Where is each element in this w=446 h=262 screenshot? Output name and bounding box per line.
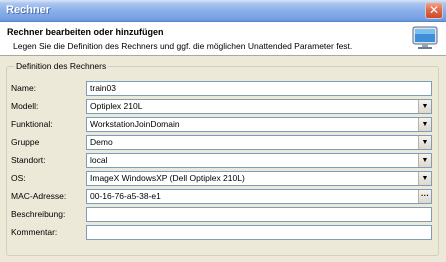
title-bar[interactable]: Rechner ✕ <box>0 0 446 22</box>
beschreibung-input[interactable] <box>86 207 432 222</box>
rechner-dialog: Rechner ✕ Rechner bearbeiten oder hinzuf… <box>0 0 446 262</box>
row-mac: MAC-Adresse: 00-16-76-a5-38-e1 ··· <box>7 189 440 204</box>
header-description: Legen Sie die Definition des Rechners un… <box>13 41 353 51</box>
row-gruppe: Gruppe Demo ▼ <box>7 135 440 150</box>
row-beschreibung: Beschreibung: <box>7 207 440 222</box>
row-name: Name: train03 <box>7 81 440 96</box>
gruppe-label: Gruppe <box>11 137 40 147</box>
standort-value: local <box>90 155 108 165</box>
mac-value: 00-16-76-a5-38-e1 <box>90 191 161 201</box>
name-label: Name: <box>11 83 37 93</box>
header-panel: Rechner bearbeiten oder hinzufügen Legen… <box>0 22 446 56</box>
group-legend: Definition des Rechners <box>14 61 109 71</box>
row-kommentar: Kommentar: <box>7 225 440 240</box>
beschreibung-label: Beschreibung: <box>11 209 66 219</box>
kommentar-label: Kommentar: <box>11 227 58 237</box>
os-value: ImageX WindowsXP (Dell Optiplex 210L) <box>90 173 245 183</box>
os-select[interactable]: ImageX WindowsXP (Dell Optiplex 210L) ▼ <box>86 171 432 186</box>
modell-value: Optiplex 210L <box>90 101 143 111</box>
definition-groupbox: Definition des Rechners Name: train03 Mo… <box>6 61 440 256</box>
close-button[interactable]: ✕ <box>425 2 443 19</box>
monitor-icon <box>412 26 438 49</box>
funktional-value: WorkstationJoinDomain <box>90 119 180 129</box>
funktional-select[interactable]: WorkstationJoinDomain ▼ <box>86 117 432 132</box>
kommentar-input[interactable] <box>86 225 432 240</box>
gruppe-select[interactable]: Demo ▼ <box>86 135 432 150</box>
chevron-down-icon[interactable]: ▼ <box>418 172 431 185</box>
row-funktional: Funktional: WorkstationJoinDomain ▼ <box>7 117 440 132</box>
row-standort: Standort: local ▼ <box>7 153 440 168</box>
row-os: OS: ImageX WindowsXP (Dell Optiplex 210L… <box>7 171 440 186</box>
window-title: Rechner <box>6 4 51 16</box>
header-title: Rechner bearbeiten oder hinzufügen <box>7 27 164 37</box>
standort-select[interactable]: local ▼ <box>86 153 432 168</box>
chevron-down-icon[interactable]: ▼ <box>418 154 431 167</box>
chevron-down-icon[interactable]: ▼ <box>418 118 431 131</box>
gruppe-value: Demo <box>90 137 113 147</box>
browse-button[interactable]: ··· <box>418 190 431 203</box>
name-input[interactable]: train03 <box>86 81 432 96</box>
standort-label: Standort: <box>11 155 46 165</box>
funktional-label: Funktional: <box>11 119 53 129</box>
modell-label: Modell: <box>11 101 39 111</box>
name-value: train03 <box>90 83 116 93</box>
row-modell: Modell: Optiplex 210L ▼ <box>7 99 440 114</box>
os-label: OS: <box>11 173 26 183</box>
chevron-down-icon[interactable]: ▼ <box>418 100 431 113</box>
mac-label: MAC-Adresse: <box>11 191 67 201</box>
chevron-down-icon[interactable]: ▼ <box>418 136 431 149</box>
mac-input[interactable]: 00-16-76-a5-38-e1 ··· <box>86 189 432 204</box>
modell-select[interactable]: Optiplex 210L ▼ <box>86 99 432 114</box>
